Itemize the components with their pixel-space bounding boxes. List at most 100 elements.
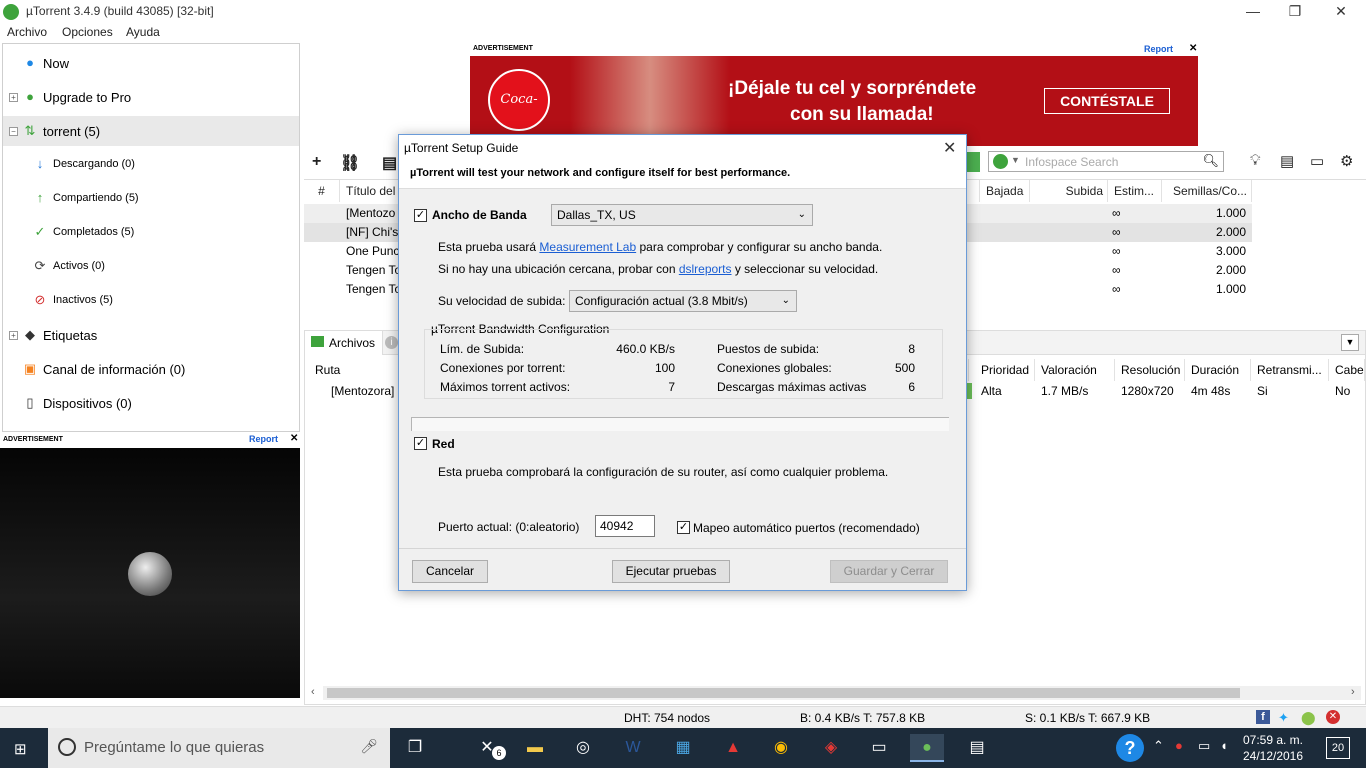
sidebar-item-upgrade[interactable]: ● Upgrade to Pro: [23, 82, 131, 112]
column-duration[interactable]: Duración: [1185, 359, 1251, 381]
column-resolution[interactable]: Resolución: [1115, 359, 1185, 381]
column-streaming[interactable]: Retransmi...: [1251, 359, 1329, 381]
horizontal-scrollbar[interactable]: [323, 686, 1361, 700]
sidebar-item-inactive[interactable]: ⊘ Inactivos (5): [33, 285, 113, 315]
chevron-up-icon[interactable]: ⌃: [1153, 738, 1164, 754]
microphone-icon[interactable]: 🎤︎: [360, 738, 378, 755]
torrent-name[interactable]: Tengen To: [346, 280, 401, 299]
chevron-down-icon[interactable]: ▼: [1011, 155, 1020, 165]
clock[interactable]: 07:59 a. m. 24/12/2016: [1238, 732, 1308, 764]
ad-report-link[interactable]: Report: [249, 434, 278, 444]
sidebar-item-labels[interactable]: ◆ Etiquetas: [23, 320, 97, 350]
ad-close-icon[interactable]: ✕: [1189, 43, 1197, 54]
column-header[interactable]: Cabe: [1329, 359, 1365, 381]
sidebar-item-devices[interactable]: ▯ Dispositivos (0): [23, 388, 131, 418]
column-number[interactable]: #: [304, 180, 340, 202]
config-value: 100: [654, 361, 675, 375]
torrent-name[interactable]: One Punc: [346, 242, 399, 261]
run-tests-button[interactable]: Ejecutar pruebas: [612, 560, 730, 583]
minimize-button[interactable]: —: [1230, 0, 1276, 24]
sidebar-item-torrent[interactable]: ⇅ torrent (5): [23, 116, 101, 146]
dialog-close-button[interactable]: ✕: [943, 138, 956, 158]
network-app-icon[interactable]: ▦: [666, 734, 700, 762]
chat-icon[interactable]: ▤: [1280, 152, 1294, 170]
column-upload[interactable]: Subida: [1030, 180, 1108, 202]
cancel-button[interactable]: Cancelar: [412, 560, 488, 583]
utorrent-taskbar-icon[interactable]: ●: [910, 734, 944, 762]
add-link-icon[interactable]: ⛓: [340, 153, 360, 173]
android-icon[interactable]: ⬤: [1301, 710, 1316, 726]
menu-ayuda[interactable]: Ayuda: [126, 25, 160, 39]
column-download[interactable]: Bajada: [980, 180, 1030, 202]
search-box[interactable]: ▼ Infospace Search 🔍︎: [988, 151, 1224, 172]
chrome-icon[interactable]: ◉: [764, 734, 798, 762]
scroll-right-icon[interactable]: ›: [1351, 686, 1355, 698]
section-divider: [411, 417, 949, 431]
search-icon[interactable]: 🔍︎: [1202, 153, 1219, 169]
sidebar-item-active[interactable]: ⟳ Activos (0): [33, 251, 105, 281]
tab-files[interactable]: Archivos: [305, 331, 383, 355]
restore-button[interactable]: ❐: [1272, 0, 1318, 24]
expand-icon[interactable]: +: [9, 93, 18, 102]
volume-icon[interactable]: ◖: [1220, 738, 1228, 753]
column-priority[interactable]: Prioridad: [975, 359, 1035, 381]
expand-icon[interactable]: +: [9, 331, 18, 340]
antivirus-icon[interactable]: ●: [1175, 738, 1183, 753]
ad-cta-button[interactable]: CONTÉSTALE: [1044, 88, 1170, 114]
scroll-left-icon[interactable]: ‹: [311, 686, 315, 698]
sidebar-item-seeding[interactable]: ↑ Compartiendo (5): [33, 183, 139, 213]
windows-start-icon[interactable]: ⊞: [14, 740, 32, 758]
scrollbar-thumb[interactable]: [327, 688, 1240, 698]
word-icon[interactable]: W: [616, 734, 650, 762]
sidebar-item-completed[interactable]: ✓ Completados (5): [33, 217, 135, 247]
bandwidth-checkbox[interactable]: ✓: [414, 209, 427, 222]
sidebar-item-feeds[interactable]: ▣ Canal de información (0): [23, 354, 186, 384]
sidebar-item-downloading[interactable]: ↓ Descargando (0): [33, 149, 135, 179]
measurement-lab-link[interactable]: Measurement Lab: [539, 240, 636, 254]
sidebar-item-now[interactable]: ● Now: [23, 48, 69, 78]
groove-icon[interactable]: ◎: [566, 734, 600, 762]
cortana-search[interactable]: Pregúntame lo que quieras 🎤︎: [48, 728, 390, 768]
port-input[interactable]: 40942: [595, 515, 655, 537]
dslreports-link[interactable]: dslreports: [679, 262, 732, 276]
search-input[interactable]: Infospace Search: [1025, 155, 1118, 169]
column-rating[interactable]: Valoración: [1035, 359, 1115, 381]
terminal-icon[interactable]: ▭: [862, 734, 896, 762]
upload-speed-select[interactable]: Configuración actual (3.8 Mbit/s) ⌄: [569, 290, 797, 312]
gear-icon[interactable]: ⚙: [1340, 152, 1353, 170]
column-seeds[interactable]: Semillas/Co...: [1162, 180, 1252, 202]
help-icon[interactable]: ?: [1116, 734, 1144, 762]
task-view-icon[interactable]: ❐: [398, 734, 432, 762]
info-icon[interactable]: i: [385, 336, 398, 349]
top-ad-banner[interactable]: Coca-Cola ¡Déjale tu cel y sorpréndete c…: [470, 56, 1198, 146]
sidebar-ad[interactable]: [0, 448, 300, 698]
collapse-icon[interactable]: −: [9, 127, 18, 136]
twitter-icon[interactable]: ✦: [1278, 710, 1289, 726]
ad-report-link[interactable]: Report: [1144, 44, 1173, 54]
auto-map-checkbox[interactable]: ✓: [677, 521, 690, 534]
torrent-name[interactable]: Tengen To: [346, 261, 401, 280]
file-explorer-icon[interactable]: ▬: [518, 734, 552, 762]
acrobat-icon[interactable]: ◈: [814, 734, 848, 762]
video-editor-icon[interactable]: ▤: [960, 734, 994, 762]
error-icon[interactable]: ✕: [1326, 710, 1340, 724]
monitor-icon[interactable]: ▭: [1310, 152, 1324, 170]
file-path[interactable]: [Mentozora]: [331, 381, 394, 401]
facebook-icon[interactable]: f: [1256, 710, 1270, 724]
menu-opciones[interactable]: Opciones: [62, 25, 113, 39]
chevron-down-icon[interactable]: ▼: [1341, 334, 1359, 351]
battery-icon[interactable]: ▭: [1198, 738, 1210, 754]
cortana-search-input[interactable]: Pregúntame lo que quieras: [84, 739, 264, 756]
add-torrent-icon[interactable]: +: [312, 153, 321, 171]
notifications-badge[interactable]: 20: [1326, 737, 1350, 759]
autocad-icon[interactable]: ▲: [716, 734, 750, 762]
create-torrent-icon[interactable]: ▤: [382, 153, 397, 173]
ad-close-icon[interactable]: ✕: [290, 433, 298, 444]
network-checkbox[interactable]: ✓: [414, 437, 427, 450]
save-close-button[interactable]: Guardar y Cerrar: [830, 560, 948, 583]
column-eta[interactable]: Estim...: [1108, 180, 1162, 202]
location-select[interactable]: Dallas_TX, US ⌄: [551, 204, 813, 226]
menu-archivo[interactable]: Archivo: [7, 25, 47, 39]
lightbulb-icon[interactable]: 💡︎: [1250, 152, 1261, 169]
close-window-button[interactable]: ✕: [1318, 0, 1364, 24]
